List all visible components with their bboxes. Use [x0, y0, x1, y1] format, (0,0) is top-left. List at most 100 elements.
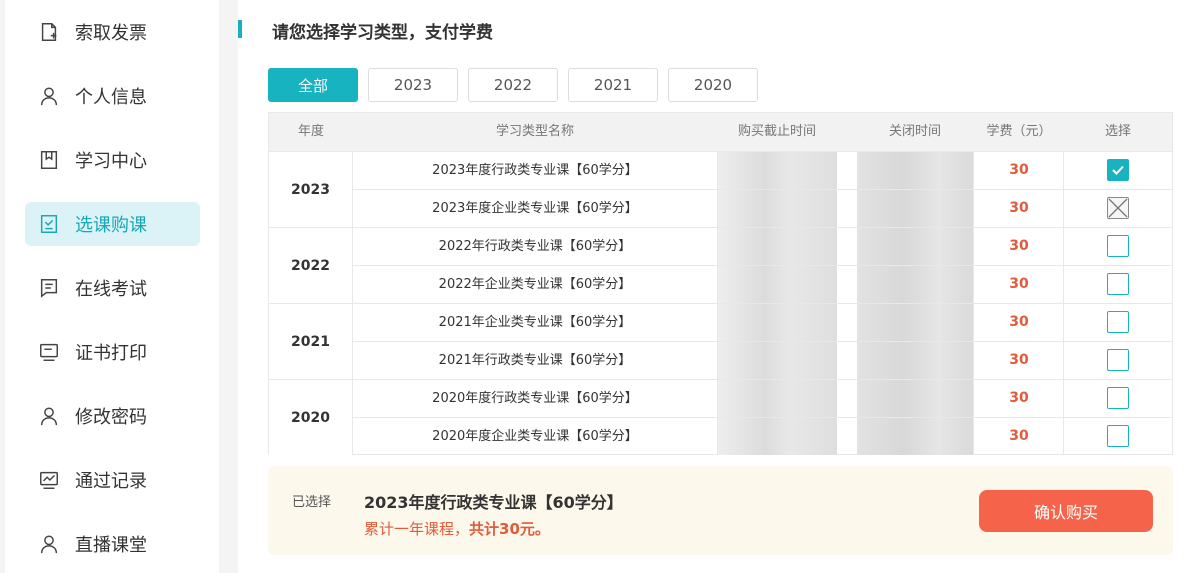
sidebar-item-course-purchase[interactable]: 选课购课	[25, 202, 200, 246]
cell-divider	[717, 190, 718, 227]
close-time-redacted	[857, 228, 973, 265]
table-row: 2021年行政类专业课【60学分】 30	[353, 341, 1172, 379]
cell-divider	[717, 304, 718, 341]
sidebar-item-certificate[interactable]: 证书打印	[25, 330, 200, 374]
sidebar: 索取发票 个人信息 学习中心 选课购课 在线考试 证书打印 修改密码 通过记录 …	[5, 0, 219, 573]
sidebar-item-exam[interactable]: 在线考试	[25, 266, 200, 310]
select-checkbox[interactable]	[1107, 159, 1129, 181]
sidebar-item-label: 通过记录	[75, 471, 147, 492]
selected-course: 2023年度行政类专业课【60学分】	[364, 493, 623, 512]
purchase-deadline-redacted	[717, 418, 837, 455]
select-checkbox[interactable]	[1107, 235, 1129, 257]
user-lock-icon	[37, 404, 61, 428]
course-name: 2021年企业类专业课【60学分】	[438, 315, 632, 330]
purchase-deadline-redacted	[717, 190, 837, 227]
header-year: 年度	[297, 124, 324, 139]
course-name: 2022年行政类专业课【60学分】	[438, 239, 632, 254]
sidebar-item-learning[interactable]: 学习中心	[25, 138, 200, 182]
course-name: 2022年企业类专业课【60学分】	[438, 277, 632, 292]
fee-value: 30	[1009, 162, 1029, 178]
fee-value: 30	[1009, 428, 1029, 444]
sidebar-item-label: 索取发票	[75, 23, 147, 44]
user-icon	[37, 84, 61, 108]
year-cell: 2021	[269, 303, 353, 379]
select-checkbox[interactable]	[1107, 311, 1129, 333]
cell-divider	[717, 228, 718, 265]
sidebar-item-label: 证书打印	[75, 343, 147, 364]
purchase-deadline-redacted	[717, 304, 837, 341]
table-row: 2023年度企业类专业课【60学分】 30	[353, 189, 1172, 227]
year-filter-tabs: 全部 2023 2022 2021 2020	[268, 68, 758, 102]
filter-2020-button[interactable]: 2020	[668, 68, 758, 102]
sidebar-item-profile[interactable]: 个人信息	[25, 74, 200, 118]
book-icon	[37, 148, 61, 172]
filter-2023-button[interactable]: 2023	[368, 68, 458, 102]
exam-icon	[37, 276, 61, 300]
sidebar-item-label: 选课购课	[75, 215, 147, 236]
table-row: 2020年度企业类专业课【60学分】 30	[353, 417, 1172, 455]
sidebar-item-invoice[interactable]: 索取发票	[25, 10, 200, 54]
close-time-redacted	[857, 152, 973, 189]
header-course-name: 学习类型名称	[495, 124, 574, 139]
header-close-time: 关闭时间	[888, 124, 941, 139]
sidebar-item-live[interactable]: 直播课堂	[25, 522, 200, 566]
course-name: 2020年度企业类专业课【60学分】	[432, 429, 638, 444]
cell-divider	[717, 266, 718, 303]
course-name: 2023年度企业类专业课【60学分】	[432, 201, 638, 216]
table-row: 2021年企业类专业课【60学分】 30	[353, 303, 1172, 341]
cell-divider	[717, 152, 718, 189]
certificate-icon	[37, 340, 61, 364]
purchase-deadline-redacted	[717, 266, 837, 303]
main-panel: 请您选择学习类型，支付学费 全部 2023 2022 2021 2020 年度 …	[238, 0, 1184, 573]
selection-summary: 已选择 2023年度行政类专业课【60学分】 累计一年课程，共计30元。 确认购…	[268, 466, 1173, 555]
select-checkbox[interactable]	[1107, 197, 1129, 219]
sidebar-item-records[interactable]: 通过记录	[25, 458, 200, 502]
purchase-deadline-redacted	[717, 342, 837, 379]
invoice-icon	[37, 20, 61, 44]
select-checkbox[interactable]	[1107, 273, 1129, 295]
confirm-purchase-button[interactable]: 确认购买	[979, 490, 1153, 532]
fee-value: 30	[1009, 238, 1029, 254]
table-row: 2020年度行政类专业课【60学分】 30	[353, 379, 1172, 417]
course-name: 2020年度行政类专业课【60学分】	[432, 391, 638, 406]
select-checkbox[interactable]	[1107, 349, 1129, 371]
sidebar-item-password[interactable]: 修改密码	[25, 394, 200, 438]
selected-label: 已选择	[292, 495, 332, 510]
header-purchase-deadline: 购买截止时间	[737, 124, 816, 139]
checklist-icon	[37, 212, 61, 236]
fee-value: 30	[1009, 276, 1029, 292]
table-row: 2023年度行政类专业课【60学分】 30	[353, 151, 1172, 189]
purchase-deadline-redacted	[717, 228, 837, 265]
close-time-redacted	[857, 342, 973, 379]
close-time-redacted	[857, 304, 973, 341]
close-time-redacted	[857, 190, 973, 227]
select-checkbox[interactable]	[1107, 387, 1129, 409]
course-name: 2021年行政类专业课【60学分】	[438, 353, 632, 368]
sidebar-item-label: 学习中心	[75, 151, 147, 172]
cell-divider	[717, 380, 718, 417]
total-note: 累计一年课程，共计30元。	[364, 518, 550, 539]
chart-record-icon	[37, 468, 61, 492]
disabled-x-icon	[1108, 198, 1128, 218]
title-accent-bar	[238, 20, 242, 38]
page-title: 请您选择学习类型，支付学费	[272, 23, 493, 43]
fee-value: 30	[1009, 200, 1029, 216]
year-cell: 2022	[269, 227, 353, 303]
total-amount: 共计30元。	[469, 520, 550, 538]
cell-divider	[717, 342, 718, 379]
table-header: 年度 学习类型名称 购买截止时间 关闭时间 学费（元） 选择	[269, 113, 1172, 151]
close-time-redacted	[857, 380, 973, 417]
select-checkbox[interactable]	[1107, 425, 1129, 447]
sidebar-item-label: 修改密码	[75, 407, 147, 428]
year-cell: 2023	[269, 151, 353, 227]
table-row: 2022年企业类专业课【60学分】 30	[353, 265, 1172, 303]
header-select: 选择	[1104, 124, 1131, 139]
close-time-redacted	[857, 418, 973, 455]
filter-all-button[interactable]: 全部	[268, 68, 358, 102]
filter-2022-button[interactable]: 2022	[468, 68, 558, 102]
table-row: 2022年行政类专业课【60学分】 30	[353, 227, 1172, 265]
sidebar-item-label: 在线考试	[75, 279, 147, 300]
filter-2021-button[interactable]: 2021	[568, 68, 658, 102]
cell-divider	[717, 418, 718, 455]
header-fee: 学费（元）	[986, 124, 1052, 139]
